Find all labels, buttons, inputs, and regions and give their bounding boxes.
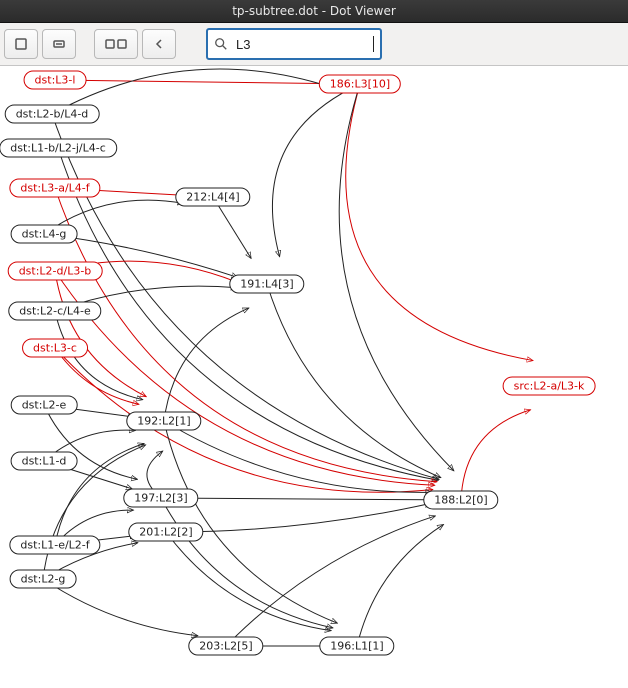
graph-edge: [55, 271, 435, 485]
graph-edge: [166, 503, 431, 532]
graph-edge: [161, 498, 333, 628]
graph-edge: [55, 188, 437, 482]
graph-node[interactable]: dst:L3-a/L4-f: [9, 179, 100, 198]
fit-icon-a: [105, 39, 115, 49]
graph-node[interactable]: dst:L2-c/L4-e: [8, 302, 101, 321]
text-cursor: [373, 36, 374, 52]
search-icon: [214, 37, 228, 51]
graph-node[interactable]: dst:L2-d/L3-b: [8, 262, 103, 281]
graph-edge: [55, 80, 330, 84]
graph-node[interactable]: 192:L2[1]: [126, 412, 201, 431]
graph-node[interactable]: dst:L1-b/L2-j/L4-c: [0, 139, 117, 158]
graph-node[interactable]: 212:L4[4]: [175, 188, 250, 207]
graph-node[interactable]: 186:L3[10]: [319, 75, 401, 94]
graph-node[interactable]: 196:L1[1]: [319, 637, 394, 656]
graph-edge: [52, 114, 439, 479]
graph-node[interactable]: 201:L2[2]: [128, 523, 203, 542]
graph-edge: [226, 516, 436, 646]
graph-node[interactable]: dst:L3-c: [22, 339, 88, 358]
graph-edge: [346, 84, 533, 361]
graph-edge: [267, 284, 441, 478]
back-button[interactable]: [142, 29, 176, 59]
search-field[interactable]: [206, 28, 382, 60]
graph-node[interactable]: dst:L2-g: [10, 570, 77, 589]
graph-node[interactable]: dst:L1-d: [11, 452, 78, 471]
graph-node[interactable]: src:L2-a/L3-k: [503, 377, 596, 396]
graph-node[interactable]: 191:L4[3]: [229, 275, 304, 294]
search-input[interactable]: [234, 36, 369, 53]
graph-node[interactable]: dst:L2-b/L4-d: [5, 105, 100, 124]
fit-icon-b: [117, 39, 127, 49]
square-icon: [14, 37, 28, 51]
graph-node[interactable]: 188:L2[0]: [423, 491, 498, 510]
graph-edge: [166, 532, 331, 631]
graph-node[interactable]: dst:L4-g: [11, 225, 78, 244]
toolbar-button-1[interactable]: [4, 29, 38, 59]
graph-node[interactable]: 197:L2[3]: [123, 489, 198, 508]
graph-node[interactable]: dst:L2-e: [11, 396, 78, 415]
back-icon: [152, 37, 166, 51]
window-titlebar: tp-subtree.dot - Dot Viewer: [0, 0, 628, 23]
graph-node[interactable]: 203:L2[5]: [188, 637, 263, 656]
graph-edge: [55, 348, 433, 492]
graph-edge: [339, 84, 454, 471]
fit-button[interactable]: [94, 29, 138, 59]
graph-edge: [272, 84, 360, 257]
window-title: tp-subtree.dot - Dot Viewer: [232, 4, 396, 18]
graph-node[interactable]: dst:L3-l: [24, 71, 87, 90]
graph-edge: [161, 498, 431, 500]
zoom-out-button[interactable]: [42, 29, 76, 59]
toolbar: [0, 23, 628, 66]
graph-edge: [164, 308, 249, 421]
minus-icon: [52, 37, 66, 51]
graph-node[interactable]: dst:L1-e/L2-f: [9, 536, 100, 555]
graph-canvas[interactable]: dst:L3-l 186:L3[10] dst:L2-b/L4-d dst:L1-b/…: [0, 66, 628, 688]
graph-edge: [461, 410, 531, 500]
